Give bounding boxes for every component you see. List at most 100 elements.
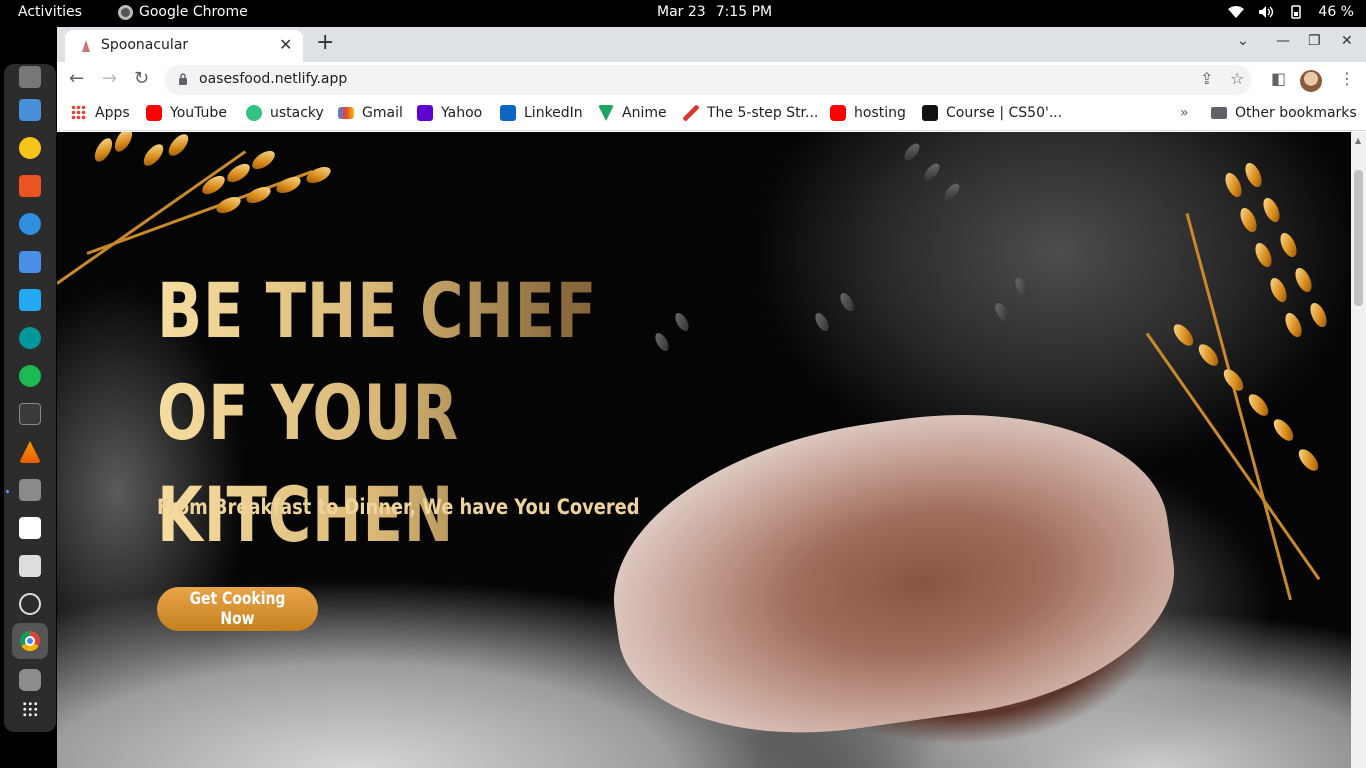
side-panel-icon[interactable]: ◧ [1271, 69, 1286, 88]
system-tray[interactable]: 46 % [1228, 4, 1354, 20]
bookmark-youtube[interactable]: YouTube [146, 105, 227, 121]
drive-icon[interactable] [19, 669, 41, 691]
tab-search-icon[interactable]: ⌄ [1237, 33, 1249, 49]
bookmark-label: Anime [622, 105, 667, 121]
bookmarks-overflow-button[interactable]: » [1180, 105, 1189, 121]
notion-icon[interactable] [19, 517, 41, 539]
lock-icon [179, 73, 187, 85]
apps-grid-icon [71, 105, 87, 121]
dock [4, 64, 56, 732]
bookmark-ustacky[interactable]: ustacky [246, 105, 324, 121]
scroll-up-icon[interactable]: ▲ [1355, 136, 1361, 145]
close-window-button[interactable]: ✕ [1341, 33, 1353, 49]
profile-avatar[interactable] [1300, 70, 1322, 92]
forward-button[interactable]: → [102, 68, 117, 89]
running-indicator [6, 490, 9, 493]
bookmark-label: Course | CS50'... [946, 105, 1063, 121]
chrome-icon [20, 631, 40, 651]
scrollbar-thumb[interactable] [1354, 170, 1363, 306]
hero-section: BE THE CHEF OF YOUR KITCHEN From Breakfa… [57, 132, 1366, 768]
hero-title: BE THE CHEF OF YOUR KITCHEN [157, 260, 703, 566]
hero-subtitle: From Breakfast to Dinner, We have You Co… [157, 495, 640, 519]
vscode-icon[interactable] [19, 289, 41, 311]
close-tab-icon[interactable]: ✕ [279, 35, 292, 54]
chrome-app-icon [118, 4, 133, 20]
search-icon[interactable] [19, 593, 41, 615]
clock-time: 7:15 PM [715, 4, 773, 20]
gmail-icon [338, 107, 354, 119]
page-scrollbar[interactable]: ▲ [1351, 132, 1366, 768]
edx-icon [922, 105, 938, 121]
linkedin-icon [500, 105, 516, 121]
other-bookmarks-label: Other bookmarks [1235, 105, 1357, 121]
software-center-icon[interactable] [19, 175, 41, 197]
address-bar[interactable]: oasesfood.netlify.app ⇪ ☆ [164, 65, 1252, 95]
youtube-icon [830, 105, 846, 121]
bookmark-label: Apps [95, 105, 130, 121]
bookmarks-bar: Apps YouTube ustacky Gmail Yahoo LinkedI… [57, 98, 1366, 131]
chrome-dock-item[interactable] [12, 623, 48, 659]
bookmark-anime[interactable]: Anime [598, 105, 667, 121]
tab-spoonacular[interactable]: Spoonacular ✕ [65, 30, 303, 62]
clock-date: Mar 23 [657, 4, 706, 20]
reload-button[interactable]: ↻ [134, 68, 149, 89]
text-editor-icon[interactable] [19, 251, 41, 273]
bookmark-apps[interactable]: Apps [71, 105, 130, 121]
app-menu[interactable]: Google Chrome [118, 4, 248, 20]
bookmark-linkedin[interactable]: LinkedIn [500, 105, 583, 121]
files-icon[interactable] [19, 479, 41, 501]
new-tab-button[interactable]: + [316, 30, 334, 55]
wheat-decoration-right [1145, 152, 1357, 601]
bookmark-yahoo[interactable]: Yahoo [417, 105, 482, 121]
url-text: oasesfood.netlify.app [199, 71, 348, 87]
bookmark-label: The 5-step Str... [707, 105, 819, 121]
help-icon[interactable] [19, 213, 41, 235]
activities-button[interactable]: Activities [18, 4, 82, 20]
arduino-icon[interactable] [19, 327, 41, 349]
bookmark-gmail[interactable]: Gmail [338, 105, 403, 121]
yahoo-icon [417, 105, 433, 121]
youtube-icon [146, 105, 162, 121]
browser-toolbar: ← → ↻ oasesfood.netlify.app ⇪ ☆ ◧ ⋮ [57, 62, 1366, 98]
bookmark-label: ustacky [270, 105, 324, 121]
tab-strip: Spoonacular ✕ + ⌄ — ❐ ✕ [57, 27, 1366, 62]
bookmark-5-step[interactable]: The 5-step Str... [683, 105, 818, 121]
system-top-bar: Activities Google Chrome Mar 23 7:15 PM … [0, 0, 1366, 27]
rhythmbox-icon[interactable] [19, 137, 41, 159]
folder-icon [1211, 107, 1227, 119]
bookmark-label: LinkedIn [524, 105, 583, 121]
document-scanner-icon[interactable] [19, 555, 41, 577]
restore-button[interactable]: ❐ [1308, 33, 1321, 49]
menu-kebab-icon[interactable]: ⋮ [1339, 69, 1355, 88]
spotify-icon[interactable] [19, 365, 41, 387]
bookmark-cs50[interactable]: Course | CS50'... [922, 105, 1062, 121]
bookmark-hosting[interactable]: hosting [830, 105, 906, 121]
firefox-icon[interactable] [19, 66, 41, 88]
bookmark-star-icon[interactable]: ☆ [1230, 69, 1244, 88]
show-apps-icon[interactable] [22, 701, 38, 717]
bookmark-label: Gmail [362, 105, 403, 121]
chrome-window: Spoonacular ✕ + ⌄ — ❐ ✕ ← → ↻ oasesfood.… [57, 27, 1366, 768]
get-cooking-button[interactable]: Get Cooking Now [157, 587, 318, 631]
vlc-icon[interactable] [19, 441, 41, 463]
ustacky-icon [246, 105, 262, 121]
document-viewer-icon[interactable] [19, 99, 41, 121]
terminal-icon[interactable] [19, 403, 41, 425]
cta-label: Get Cooking Now [189, 589, 286, 629]
minimize-button[interactable]: — [1276, 33, 1290, 49]
bookmark-label: Yahoo [441, 105, 483, 121]
bookmark-label: hosting [854, 105, 906, 121]
wifi-icon [1228, 6, 1245, 18]
bookmark-label: YouTube [170, 105, 227, 121]
clock[interactable]: Mar 23 7:15 PM [657, 4, 772, 20]
back-button[interactable]: ← [69, 68, 84, 89]
other-bookmarks[interactable]: Other bookmarks [1211, 105, 1357, 121]
link-icon [683, 105, 699, 121]
battery-percentage: 46 % [1318, 4, 1354, 20]
volume-icon [1259, 6, 1274, 18]
share-icon[interactable]: ⇪ [1200, 69, 1213, 88]
app-menu-label: Google Chrome [139, 4, 248, 20]
battery-icon [1291, 5, 1302, 19]
anime-icon [598, 105, 614, 121]
tab-title: Spoonacular [101, 37, 189, 53]
